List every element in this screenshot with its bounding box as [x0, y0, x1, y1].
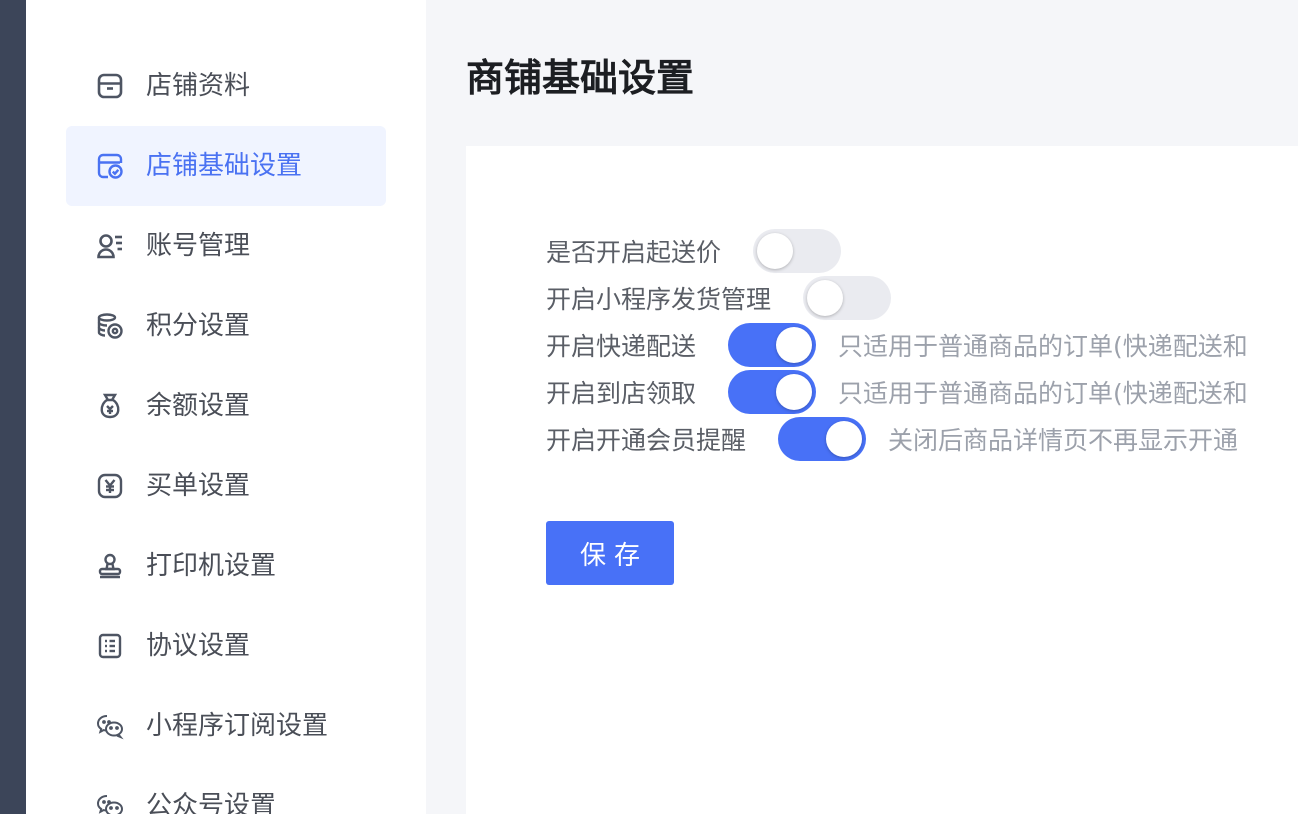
settings-menu: 店铺资料 店铺基础设置 账号管理 积分设置 余额设置 买单设置 打印机设置 协议…	[66, 46, 386, 814]
setting-label: 开启开通会员提醒	[546, 426, 747, 455]
sidebar-item-store-basic-settings[interactable]: 店铺基础设置	[66, 126, 386, 206]
sidebar-item-label: 店铺资料	[146, 71, 251, 101]
sidebar-item-label: 买单设置	[146, 471, 251, 501]
member-reminder-toggle[interactable]	[778, 417, 867, 461]
sidebar-item-label: 公众号设置	[146, 791, 277, 814]
sidebar-item-pay-bill-settings[interactable]: 买单设置	[66, 446, 386, 526]
money-bag-icon	[96, 392, 124, 420]
setting-row-member-reminder: 开启开通会员提醒 关闭后商品详情页不再显示开通	[546, 416, 1238, 462]
setting-hint: 只适用于普通商品的订单(快递配送和	[838, 332, 1248, 361]
coins-icon	[96, 312, 124, 340]
store-icon	[96, 72, 124, 100]
wechat-icon	[96, 712, 124, 740]
setting-row-miniprogram-shipping: 开启小程序发货管理	[546, 275, 892, 321]
sidebar-item-label: 店铺基础设置	[146, 151, 303, 181]
toggle-knob	[776, 374, 813, 410]
toggle-knob	[826, 421, 863, 457]
app-nav-strip	[0, 0, 26, 814]
setting-row-min-delivery-price: 是否开启起送价	[546, 228, 842, 274]
setting-label: 开启快递配送	[546, 332, 697, 361]
document-list-icon	[96, 632, 124, 660]
toggle-knob	[776, 327, 813, 363]
store-check-icon	[96, 152, 124, 180]
store-pickup-toggle[interactable]	[728, 370, 817, 414]
save-button[interactable]: 保存	[546, 521, 674, 585]
setting-hint: 关闭后商品详情页不再显示开通	[888, 426, 1239, 455]
toggle-knob	[807, 280, 844, 316]
sidebar-item-points-settings[interactable]: 积分设置	[66, 286, 386, 366]
user-list-icon	[96, 232, 124, 260]
sidebar-item-store-info[interactable]: 店铺资料	[66, 46, 386, 126]
sidebar-item-label: 小程序订阅设置	[146, 711, 329, 741]
page-title: 商铺基础设置	[466, 56, 695, 100]
yen-icon	[96, 472, 124, 500]
stamp-icon	[96, 552, 124, 580]
sidebar-item-printer-settings[interactable]: 打印机设置	[66, 526, 386, 606]
settings-panel: 是否开启起送价 开启小程序发货管理 开启快递配送 只适用于普通商品的订单(快递配…	[466, 146, 1298, 814]
main-content: 商铺基础设置 是否开启起送价 开启小程序发货管理 开启快递配送 只适用于普通商品…	[426, 0, 1298, 814]
sidebar-item-label: 余额设置	[146, 391, 251, 421]
toggle-knob	[757, 233, 794, 269]
sidebar-item-label: 账号管理	[146, 231, 251, 261]
setting-label: 开启到店领取	[546, 379, 697, 408]
sidebar-item-label: 打印机设置	[146, 551, 277, 581]
sidebar-item-miniprogram-subscription[interactable]: 小程序订阅设置	[66, 686, 386, 766]
setting-row-store-pickup: 开启到店领取 只适用于普通商品的订单(快递配送和	[546, 369, 1248, 415]
sidebar-item-label: 协议设置	[146, 631, 251, 661]
miniprogram-shipping-toggle[interactable]	[803, 276, 892, 320]
sidebar-item-agreement-settings[interactable]: 协议设置	[66, 606, 386, 686]
sidebar-item-account-management[interactable]: 账号管理	[66, 206, 386, 286]
setting-row-express-delivery: 开启快递配送 只适用于普通商品的订单(快递配送和	[546, 322, 1248, 368]
settings-sidebar: 店铺资料 店铺基础设置 账号管理 积分设置 余额设置 买单设置 打印机设置 协议…	[26, 0, 426, 814]
sidebar-item-official-account-settings[interactable]: 公众号设置	[66, 766, 386, 814]
setting-label: 是否开启起送价	[546, 238, 722, 267]
wechat-icon	[96, 792, 124, 814]
sidebar-item-balance-settings[interactable]: 余额设置	[66, 366, 386, 446]
setting-hint: 只适用于普通商品的订单(快递配送和	[838, 379, 1248, 408]
setting-label: 开启小程序发货管理	[546, 285, 772, 314]
min-delivery-price-toggle[interactable]	[753, 229, 842, 273]
express-delivery-toggle[interactable]	[728, 323, 817, 367]
sidebar-item-label: 积分设置	[146, 311, 251, 341]
